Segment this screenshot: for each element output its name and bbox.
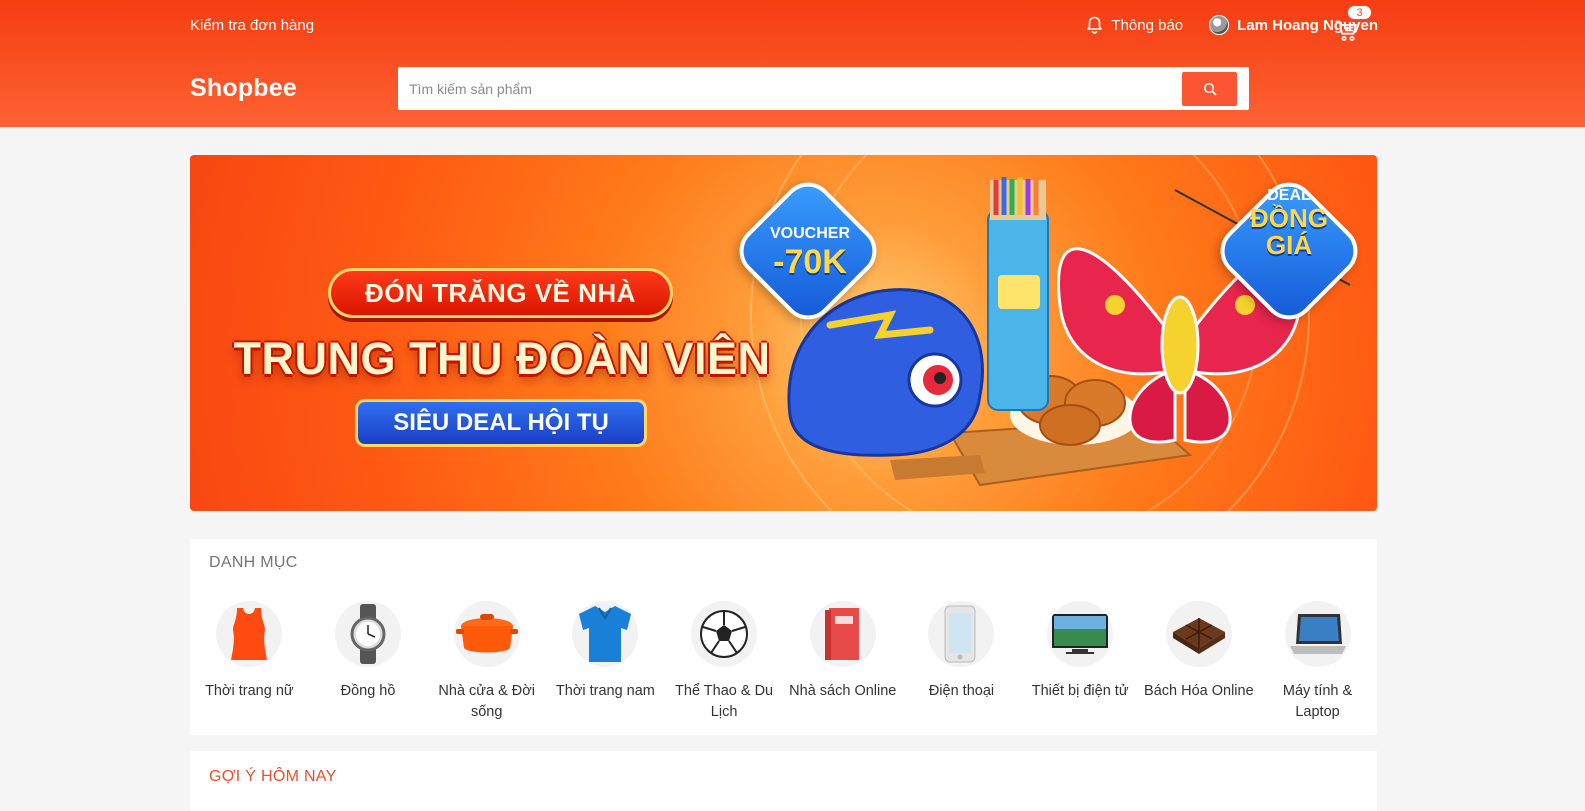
category-list: Thời trang nữ Đồng hồ Nhà cửa & Đời sống… xyxy=(190,601,1377,723)
category-label: Thời trang nam xyxy=(555,683,655,699)
main-bar: Shopbee 3 xyxy=(190,5,1378,127)
soccer-ball-icon xyxy=(691,601,758,667)
logo[interactable]: Shopbee xyxy=(190,74,398,103)
cart-count-badge: 3 xyxy=(1347,5,1372,20)
cart-icon xyxy=(1335,20,1357,41)
cart-button[interactable]: 3 xyxy=(1335,5,1372,42)
suggestions-title: GỢI Ý HÔM NAY xyxy=(209,768,337,785)
category-label: Thiết bị điện tử xyxy=(1031,683,1129,699)
category-item-watches[interactable]: Đồng hồ xyxy=(309,601,428,723)
tv-icon xyxy=(1047,601,1114,667)
deal-badge-text: DEAL ĐỒNG GIÁ xyxy=(1226,187,1352,261)
voucher-badge-text: VOUCHER -70K xyxy=(750,225,870,282)
category-item-womens-fashion[interactable]: Thời trang nữ xyxy=(190,601,309,723)
notifications-label: Thông báo xyxy=(1111,16,1184,34)
search-input[interactable] xyxy=(409,80,1182,97)
notifications-button[interactable]: Thông báo xyxy=(1086,16,1183,34)
category-item-books[interactable]: Nhà sách Online xyxy=(783,601,902,723)
category-item-electronics[interactable]: Thiết bị điện tử xyxy=(1021,601,1140,723)
voucher-label: VOUCHER xyxy=(769,225,850,242)
category-label: Nhà sách Online xyxy=(789,683,897,699)
category-title: DANH MỤC xyxy=(209,554,298,571)
voucher-value: -70K xyxy=(773,243,847,281)
category-label: Thể Thao & Du Lịch xyxy=(675,683,774,720)
category-label: Điện thoại xyxy=(928,683,995,699)
category-item-phones[interactable]: Điện thoại xyxy=(902,601,1021,723)
category-item-sports-travel[interactable]: Thể Thao & Du Lịch xyxy=(665,601,784,723)
category-label: Nhà cửa & Đời sống xyxy=(438,683,536,720)
category-label: Đồng hồ xyxy=(340,683,396,699)
pencil-can-icon xyxy=(987,177,1049,411)
site-header: Kiểm tra đơn hàng Thông báo Lam Hoang Ng… xyxy=(0,0,1585,127)
category-label: Bách Hóa Online xyxy=(1144,683,1254,699)
category-item-computers[interactable]: Máy tính & Laptop xyxy=(1258,601,1377,723)
bell-icon xyxy=(1087,16,1103,34)
top-bar: Kiểm tra đơn hàng Thông báo Lam Hoang Ng… xyxy=(190,0,1378,50)
deal-line-1: ĐỒNG xyxy=(1250,202,1328,233)
check-order-link[interactable]: Kiểm tra đơn hàng xyxy=(190,17,314,34)
category-item-home-living[interactable]: Nhà cửa & Đời sống xyxy=(427,601,546,723)
category-item-mens-fashion[interactable]: Thời trang nam xyxy=(546,601,665,723)
polo-shirt-icon xyxy=(572,601,639,667)
laptop-icon xyxy=(1284,601,1351,667)
search-button[interactable] xyxy=(1182,71,1237,106)
category-section: DANH MỤC Thời trang nữ Đồng hồ Nhà cửa &… xyxy=(190,539,1377,735)
avatar xyxy=(1209,15,1230,35)
phone-icon xyxy=(928,601,995,667)
category-label: Thời trang nữ xyxy=(205,683,294,699)
promo-banner[interactable]: ĐÓN TRĂNG VỀ NHÀ TRUNG THU ĐOÀN VIÊN SIÊ… xyxy=(190,155,1377,511)
category-label: Máy tính & Laptop xyxy=(1282,683,1353,720)
tank-top-icon xyxy=(216,601,283,667)
search-bar xyxy=(398,67,1249,110)
pot-icon xyxy=(453,601,520,667)
suggestions-section: GỢI Ý HÔM NAY xyxy=(190,751,1377,811)
deal-line-2: GIÁ xyxy=(1265,230,1313,261)
chocolate-icon xyxy=(1165,601,1232,667)
book-icon xyxy=(809,601,876,667)
watch-icon xyxy=(335,601,402,667)
search-icon xyxy=(1203,82,1216,95)
category-item-groceries[interactable]: Bách Hóa Online xyxy=(1140,601,1259,723)
